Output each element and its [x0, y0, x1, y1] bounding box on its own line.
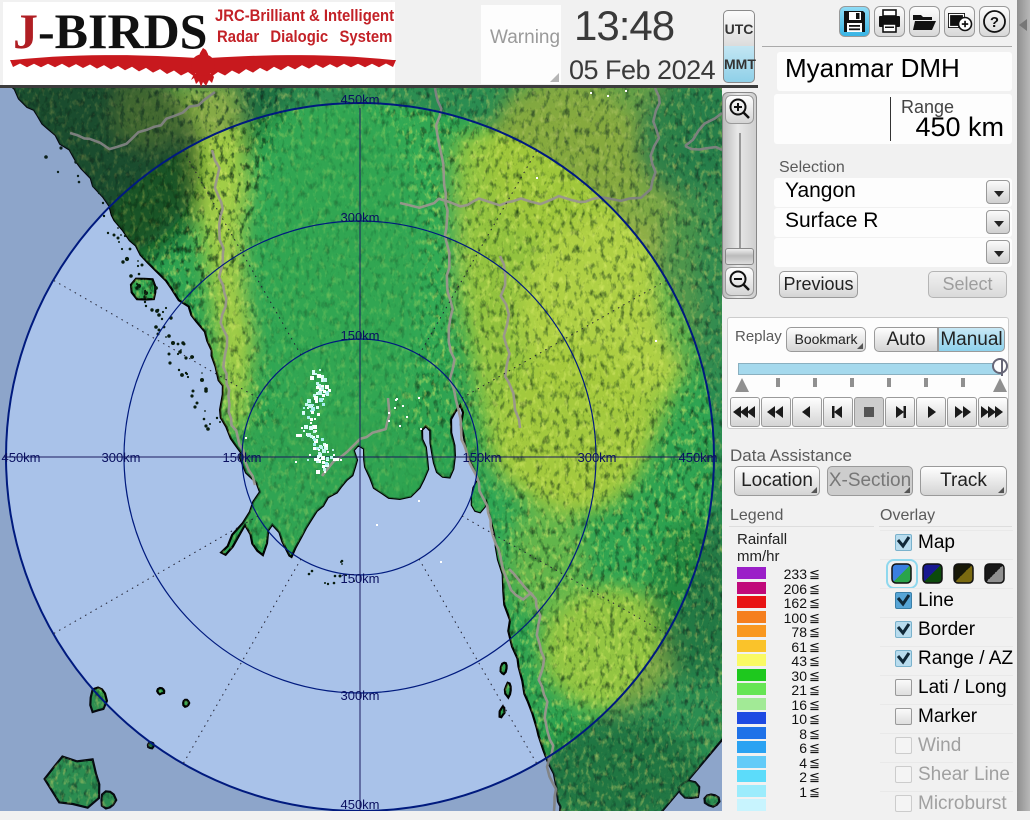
svg-text:450km: 450km	[1, 450, 40, 465]
svg-text:150km: 150km	[340, 571, 379, 586]
svg-text:150km: 150km	[462, 450, 501, 465]
svg-text:300km: 300km	[101, 450, 140, 465]
svg-text:450km: 450km	[340, 92, 379, 107]
svg-text:300km: 300km	[577, 450, 616, 465]
svg-text:300km: 300km	[340, 688, 379, 703]
svg-text:450km: 450km	[678, 450, 717, 465]
svg-text:450km: 450km	[340, 797, 379, 811]
svg-text:150km: 150km	[340, 328, 379, 343]
svg-text:?: ?	[990, 14, 999, 31]
svg-text:150km: 150km	[222, 450, 261, 465]
svg-text:300km: 300km	[340, 210, 379, 225]
